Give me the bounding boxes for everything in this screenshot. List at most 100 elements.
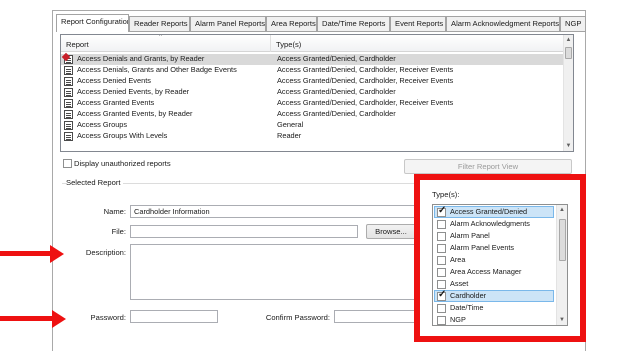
type-item-alarm-panel[interactable]: Alarm Panel bbox=[434, 230, 554, 242]
type-label: Area Access Manager bbox=[450, 267, 522, 276]
report-type: Access Granted/Denied, Cardholder bbox=[277, 109, 396, 118]
report-type: Access Granted/Denied, Cardholder, Recei… bbox=[277, 65, 454, 74]
type-item-area[interactable]: Area bbox=[434, 254, 554, 266]
type-label: Access Granted/Denied bbox=[450, 207, 528, 216]
report-type: Access Granted/Denied, Cardholder bbox=[277, 54, 396, 63]
type-item-date-time[interactable]: Date/Time bbox=[434, 302, 554, 314]
tab-report-configuration[interactable]: Report Configuration bbox=[56, 14, 129, 32]
type-item-ngp[interactable]: NGP bbox=[434, 314, 554, 325]
report-name: Access Groups bbox=[77, 120, 128, 129]
type-item-access-granted-denied[interactable]: Access Granted/Denied bbox=[434, 205, 554, 218]
types-list-scrollbar[interactable]: ▲ ▼ bbox=[556, 205, 567, 325]
report-type: Access Granted/Denied, Cardholder, Recei… bbox=[277, 76, 454, 85]
tab-event-reports[interactable]: Event Reports bbox=[390, 16, 446, 31]
description-field[interactable] bbox=[130, 244, 420, 300]
type-item-alarm-panel-events[interactable]: Alarm Panel Events bbox=[434, 242, 554, 254]
report-name: Access Granted Events, by Reader bbox=[77, 109, 193, 118]
confirm-password-field[interactable] bbox=[334, 310, 420, 323]
type-label: Alarm Panel bbox=[450, 231, 490, 240]
type-checkbox[interactable] bbox=[437, 315, 446, 325]
report-list-header: Report ^ Type(s) bbox=[61, 35, 563, 52]
type-checkbox[interactable] bbox=[437, 289, 446, 301]
list-item[interactable]: Access Denials and Grants, by Reader Acc… bbox=[61, 54, 563, 65]
types-list[interactable]: Access Granted/Denied Alarm Acknowledgme… bbox=[432, 204, 568, 326]
scroll-up-icon[interactable]: ▲ bbox=[557, 205, 567, 215]
display-unauthorized-checkbox[interactable] bbox=[63, 159, 72, 168]
list-item[interactable]: Access Denials, Grants and Other Badge E… bbox=[61, 65, 563, 76]
annotation-arrow-password-icon bbox=[52, 310, 66, 328]
type-label: Alarm Panel Events bbox=[450, 243, 515, 252]
name-label: Name: bbox=[103, 207, 126, 216]
name-field[interactable]: Cardholder Information bbox=[130, 205, 420, 218]
report-icon bbox=[64, 121, 73, 130]
report-name: Access Denials, Grants and Other Badge E… bbox=[77, 65, 237, 74]
type-label: Alarm Acknowledgments bbox=[450, 219, 530, 228]
tab-reader-reports[interactable]: Reader Reports bbox=[129, 16, 190, 31]
report-icon bbox=[64, 77, 73, 86]
filter-report-view-button[interactable]: Filter Report View bbox=[404, 159, 572, 174]
type-checkbox[interactable] bbox=[437, 255, 446, 265]
report-edit-icon bbox=[64, 55, 73, 64]
list-item[interactable]: Access Denied Events, by Reader Access G… bbox=[61, 87, 563, 98]
tab-ngp[interactable]: NGP bbox=[560, 16, 586, 31]
scroll-up-icon[interactable]: ▲ bbox=[564, 35, 573, 45]
type-label: Cardholder bbox=[450, 291, 487, 300]
tab-alarm-panel-reports[interactable]: Alarm Panel Reports bbox=[190, 16, 266, 31]
type-checkbox[interactable] bbox=[437, 267, 446, 277]
type-label: NGP bbox=[450, 315, 466, 324]
password-field[interactable] bbox=[130, 310, 218, 323]
type-checkbox[interactable] bbox=[437, 279, 446, 289]
file-field[interactable] bbox=[130, 225, 358, 238]
column-header-types[interactable]: Type(s) bbox=[271, 35, 563, 52]
report-type: Reader bbox=[277, 131, 302, 140]
list-item[interactable]: Access Denied Events Access Granted/Deni… bbox=[61, 76, 563, 87]
confirm-password-label: Confirm Password: bbox=[265, 313, 330, 322]
types-label: Type(s): bbox=[432, 190, 460, 199]
type-checkbox[interactable] bbox=[437, 303, 446, 313]
tab-alarm-acknowledgment-reports[interactable]: Alarm Acknowledgment Reports bbox=[446, 16, 560, 31]
type-item-area-access-manager[interactable]: Area Access Manager bbox=[434, 266, 554, 278]
tab-area-reports[interactable]: Area Reports bbox=[266, 16, 317, 31]
type-item-cardholder[interactable]: Cardholder bbox=[434, 289, 554, 302]
report-icon bbox=[64, 88, 73, 97]
report-name: Access Denials and Grants, by Reader bbox=[77, 54, 205, 63]
report-icon bbox=[64, 99, 73, 108]
list-item[interactable]: Access Groups With Levels Reader bbox=[61, 131, 563, 142]
report-icon bbox=[64, 132, 73, 141]
report-name: Access Groups With Levels bbox=[77, 131, 168, 140]
selected-report-label: Selected Report bbox=[66, 178, 124, 187]
scroll-down-icon[interactable]: ▼ bbox=[557, 315, 567, 325]
type-checkbox[interactable] bbox=[437, 205, 446, 217]
annotation-arrow-description-shaft bbox=[0, 251, 52, 256]
list-item[interactable]: Access Granted Events, by Reader Access … bbox=[61, 109, 563, 120]
description-label: Description: bbox=[85, 248, 126, 257]
browse-button[interactable]: Browse... bbox=[366, 224, 416, 239]
annotation-arrow-password-shaft bbox=[0, 316, 54, 321]
scrollbar-thumb[interactable] bbox=[565, 47, 572, 59]
type-label: Asset bbox=[450, 279, 469, 288]
type-checkbox[interactable] bbox=[437, 243, 446, 253]
tab-strip-border bbox=[56, 31, 586, 32]
password-label: Password: bbox=[90, 313, 126, 322]
type-item-alarm-acknowledgments[interactable]: Alarm Acknowledgments bbox=[434, 218, 554, 230]
report-icon bbox=[64, 66, 73, 75]
list-item[interactable]: Access Groups General bbox=[61, 120, 563, 131]
type-item-asset[interactable]: Asset bbox=[434, 278, 554, 290]
column-header-report[interactable]: Report bbox=[61, 35, 271, 52]
report-list-scrollbar[interactable]: ▲ ▼ bbox=[563, 35, 573, 151]
annotation-arrow-description-icon bbox=[50, 245, 64, 263]
scrollbar-thumb[interactable] bbox=[559, 219, 566, 261]
report-icon bbox=[64, 110, 73, 119]
type-label: Area bbox=[450, 255, 466, 264]
report-name: Access Granted Events bbox=[77, 98, 155, 107]
scroll-down-icon[interactable]: ▼ bbox=[564, 141, 573, 151]
tab-date-time-reports[interactable]: Date/Time Reports bbox=[317, 16, 390, 31]
type-checkbox[interactable] bbox=[437, 219, 446, 229]
type-label: Date/Time bbox=[450, 303, 484, 312]
type-checkbox[interactable] bbox=[437, 231, 446, 241]
report-name: Access Denied Events, by Reader bbox=[77, 87, 190, 96]
list-item[interactable]: Access Granted Events Access Granted/Den… bbox=[61, 98, 563, 109]
report-type: Access Granted/Denied, Cardholder bbox=[277, 87, 396, 96]
report-type: General bbox=[277, 120, 304, 129]
report-list[interactable]: Report ^ Type(s) Access Denials and Gran… bbox=[60, 34, 574, 152]
